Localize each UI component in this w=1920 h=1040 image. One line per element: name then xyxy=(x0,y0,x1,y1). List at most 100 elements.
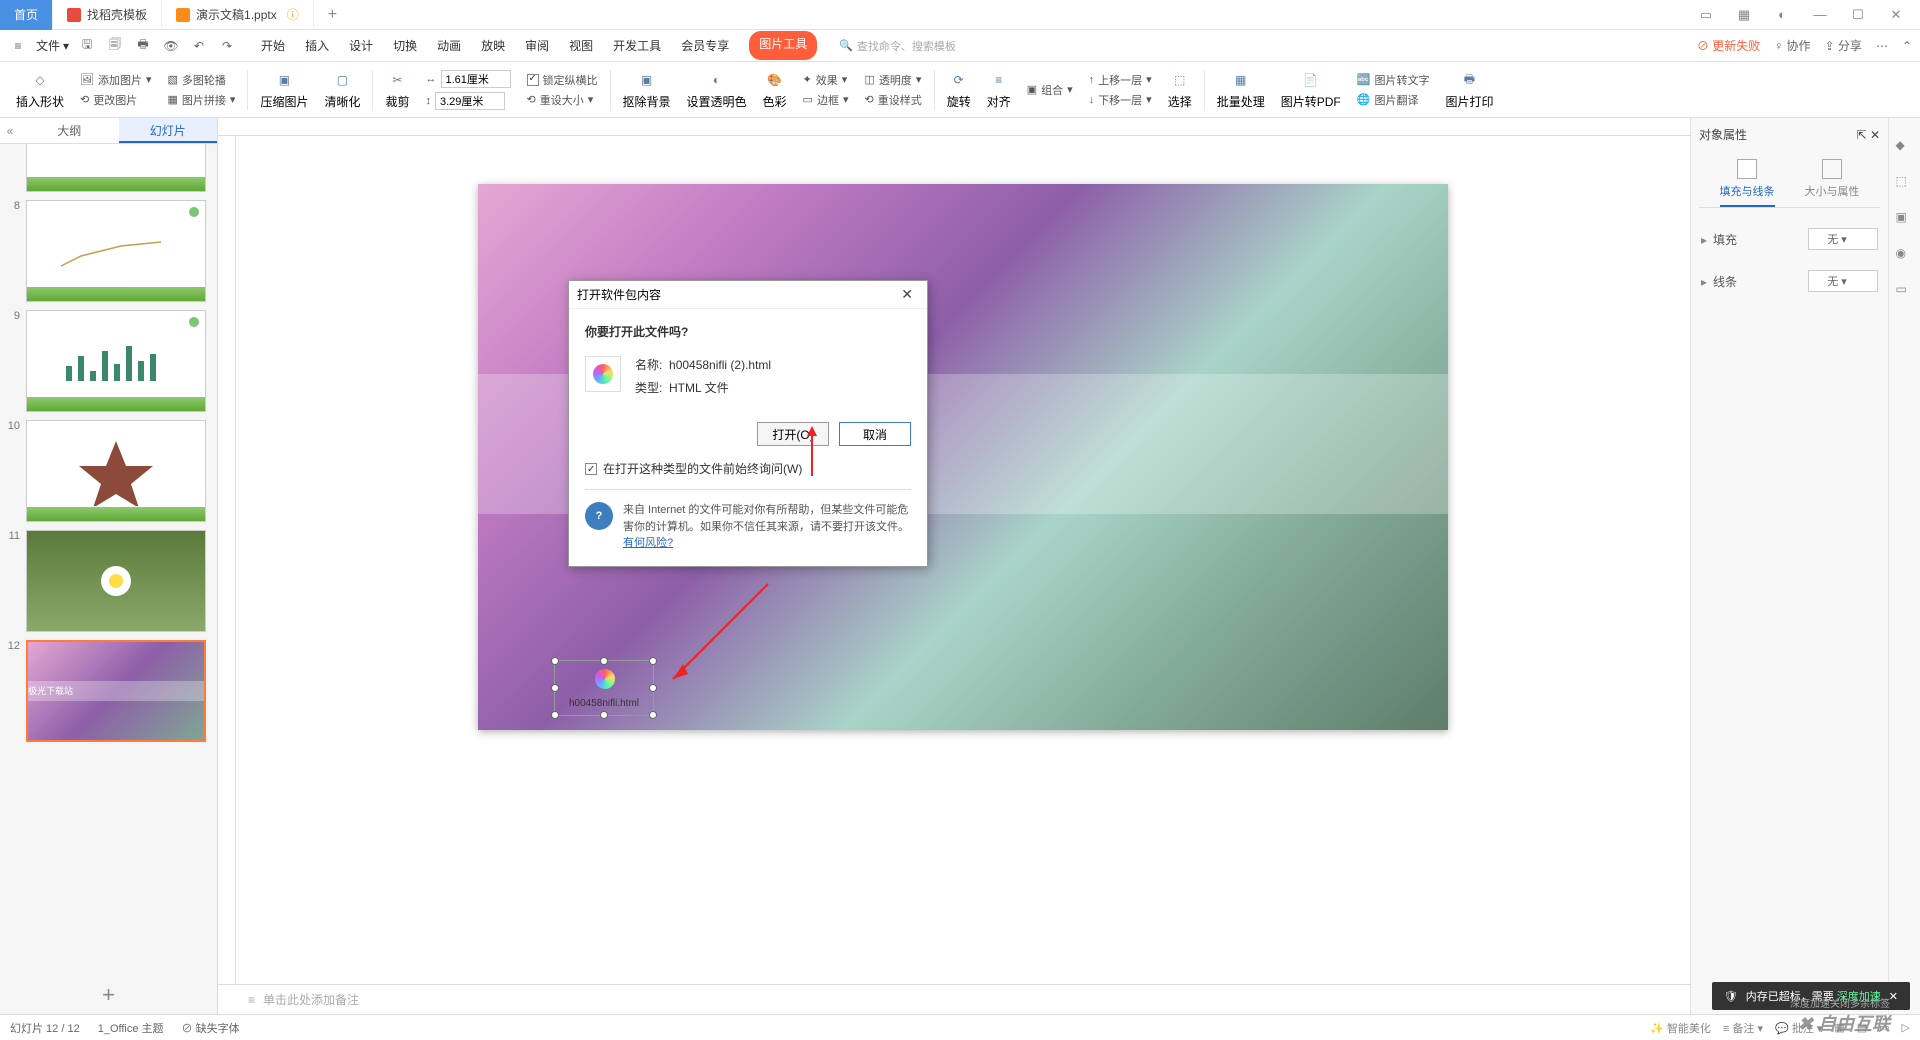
slides-tab[interactable]: 幻灯片 xyxy=(119,118,218,143)
selected-object[interactable]: h00458nifli.html xyxy=(554,660,654,716)
side-icon-3[interactable]: ▣ xyxy=(1896,210,1914,228)
share-button[interactable]: ⇪ 分享 xyxy=(1825,37,1862,54)
command-search[interactable]: 🔍 查找命令、搜索模板 xyxy=(839,38,956,54)
fill-section[interactable]: ▸填充 无 ▾ xyxy=(1699,218,1880,260)
tab-transition[interactable]: 切换 xyxy=(393,31,417,60)
resize-handle[interactable] xyxy=(551,684,559,692)
height-input[interactable] xyxy=(435,92,505,110)
translate-button[interactable]: 🌐图片翻译 xyxy=(1357,92,1430,108)
side-icon-4[interactable]: ◉ xyxy=(1896,246,1914,264)
tab-vip[interactable]: 会员专享 xyxy=(681,31,729,60)
maximize-button[interactable]: ☐ xyxy=(1844,7,1872,23)
slide-thumbnail[interactable]: 11 xyxy=(4,530,213,632)
compress-button[interactable]: ▣压缩图片 xyxy=(252,69,316,110)
always-ask-checkbox[interactable]: 在打开这种类型的文件前始终询问(W) xyxy=(585,460,911,490)
slideshow-icon[interactable]: ▷ xyxy=(1902,1021,1910,1034)
tab-design[interactable]: 设计 xyxy=(349,31,373,60)
canvas-area[interactable]: h00458nifli.html xyxy=(236,136,1690,984)
tab-animation[interactable]: 动画 xyxy=(437,31,461,60)
line-section[interactable]: ▸线条 无 ▾ xyxy=(1699,260,1880,302)
undo-icon[interactable]: ↶ xyxy=(189,36,209,56)
avatar-icon[interactable]: ◐ xyxy=(1768,7,1796,22)
resize-handle[interactable] xyxy=(649,684,657,692)
clarify-button[interactable]: ▢清晰化 xyxy=(316,69,368,110)
fill-line-tab[interactable]: 填充与线条 xyxy=(1720,159,1775,207)
open-button[interactable]: 打开(O) xyxy=(757,422,829,446)
collab-button[interactable]: ♀ 协作 xyxy=(1774,37,1810,54)
add-slide-button[interactable]: + xyxy=(0,976,217,1014)
line-select[interactable]: 无 ▾ xyxy=(1808,270,1878,292)
tab-devtools[interactable]: 开发工具 xyxy=(613,31,661,60)
to-pdf-button[interactable]: 📄图片转PDF xyxy=(1273,69,1349,110)
reset-style-button[interactable]: ⟲重设样式 xyxy=(864,92,921,108)
redo-icon[interactable]: ↷ xyxy=(217,36,237,56)
more-icon[interactable]: ⋯ xyxy=(1876,39,1888,53)
collapse-button[interactable]: « xyxy=(0,118,20,143)
add-tab-button[interactable]: + xyxy=(314,6,351,24)
border-button[interactable]: ▭边框 ▾ xyxy=(803,92,849,108)
chevron-icon[interactable]: ⌃ xyxy=(1902,39,1912,53)
tab-insert[interactable]: 插入 xyxy=(305,31,329,60)
preview-icon[interactable]: 👁 xyxy=(161,36,181,56)
tab-home[interactable]: 首页 xyxy=(0,0,53,30)
notes-toggle[interactable]: ≡ 备注 ▾ xyxy=(1723,1020,1763,1036)
slide-thumbnail[interactable]: 10 xyxy=(4,420,213,522)
width-input[interactable] xyxy=(441,70,511,88)
resize-handle[interactable] xyxy=(551,657,559,665)
align-button[interactable]: ≡对齐 xyxy=(979,69,1019,110)
tab-picture-tools[interactable]: 图片工具 xyxy=(749,31,817,60)
fill-select[interactable]: 无 ▾ xyxy=(1808,228,1878,250)
close-panel-icon[interactable]: ✕ xyxy=(1870,128,1880,142)
resize-handle[interactable] xyxy=(600,711,608,719)
color-adjust-button[interactable]: 🎨色彩 xyxy=(755,69,795,110)
beautify-button[interactable]: ✨ 智能美化 xyxy=(1650,1020,1711,1036)
slide-thumbnail[interactable] xyxy=(4,144,213,192)
resize-handle[interactable] xyxy=(600,657,608,665)
close-button[interactable]: ✕ xyxy=(1882,7,1910,23)
group-insert-shape[interactable]: ◇ 插入形状 xyxy=(8,69,72,110)
layout1-icon[interactable]: ▭ xyxy=(1692,7,1720,23)
remove-bg-button[interactable]: ▣抠除背景 xyxy=(615,69,679,110)
tab-templates[interactable]: 找稻壳模板 xyxy=(53,0,162,30)
resize-handle[interactable] xyxy=(649,711,657,719)
move-up-button[interactable]: ↑上移一层 ▾ xyxy=(1089,72,1152,88)
missing-font[interactable]: ⊘ 缺失字体 xyxy=(182,1020,240,1036)
outline-tab[interactable]: 大纲 xyxy=(20,118,119,143)
update-failed[interactable]: ⊘ 更新失败 xyxy=(1697,37,1760,54)
print-icon[interactable]: 🖶 xyxy=(133,36,153,56)
slide-thumbnail[interactable]: 9 xyxy=(4,310,213,412)
dialog-close-button[interactable]: ✕ xyxy=(895,286,919,303)
transparency-button[interactable]: ◫透明度 ▾ xyxy=(864,72,921,88)
save-icon[interactable]: 🖫 xyxy=(77,36,97,56)
pic2text-button[interactable]: 🔤图片转文字 xyxy=(1357,72,1430,88)
combine-button[interactable]: ▣组合 ▾ xyxy=(1027,82,1073,98)
lock-ratio-check[interactable]: 锁定纵横比 xyxy=(527,72,598,88)
resize-handle[interactable] xyxy=(649,657,657,665)
reset-size-button[interactable]: ⟲重设大小 ▾ xyxy=(527,92,598,108)
batch-button[interactable]: ▦批量处理 xyxy=(1209,69,1273,110)
rotate-button[interactable]: ⟳旋转 xyxy=(939,69,979,110)
hamburger-icon[interactable]: ≡ xyxy=(8,36,28,56)
cancel-button[interactable]: 取消 xyxy=(839,422,911,446)
side-icon-2[interactable]: ⬚ xyxy=(1896,174,1914,192)
theme-name[interactable]: 1_Office 主题 xyxy=(98,1020,164,1036)
set-trans-color-button[interactable]: ◐设置透明色 xyxy=(679,69,755,110)
tab-view[interactable]: 视图 xyxy=(569,31,593,60)
multi-contour-button[interactable]: ▧多图轮播 xyxy=(168,72,236,88)
minimize-button[interactable]: — xyxy=(1806,7,1834,22)
tab-slideshow[interactable]: 放映 xyxy=(481,31,505,60)
side-icon-1[interactable]: ◆ xyxy=(1896,138,1914,156)
file-menu[interactable]: 文件 ▾ xyxy=(36,37,69,54)
move-down-button[interactable]: ↓下移一层 ▾ xyxy=(1089,92,1152,108)
tab-start[interactable]: 开始 xyxy=(261,31,285,60)
slides-list[interactable]: 8 9 10 11 12 极光下载站 xyxy=(0,144,217,976)
pin-icon[interactable]: ⇱ xyxy=(1857,128,1867,142)
effects-button[interactable]: ✦效果 ▾ xyxy=(803,72,849,88)
slide-thumbnail[interactable]: 8 xyxy=(4,200,213,302)
pic-print-button[interactable]: 🖶图片打印 xyxy=(1437,69,1501,110)
add-image-button[interactable]: 🖼添加图片 ▾ xyxy=(80,72,152,88)
tab-current-file[interactable]: 演示文稿1.pptx ⓘ xyxy=(162,0,314,30)
tab-review[interactable]: 审阅 xyxy=(525,31,549,60)
notes-input[interactable]: ≡ 单击此处添加备注 xyxy=(218,984,1690,1014)
saveas-icon[interactable]: 🗐 xyxy=(105,36,125,56)
